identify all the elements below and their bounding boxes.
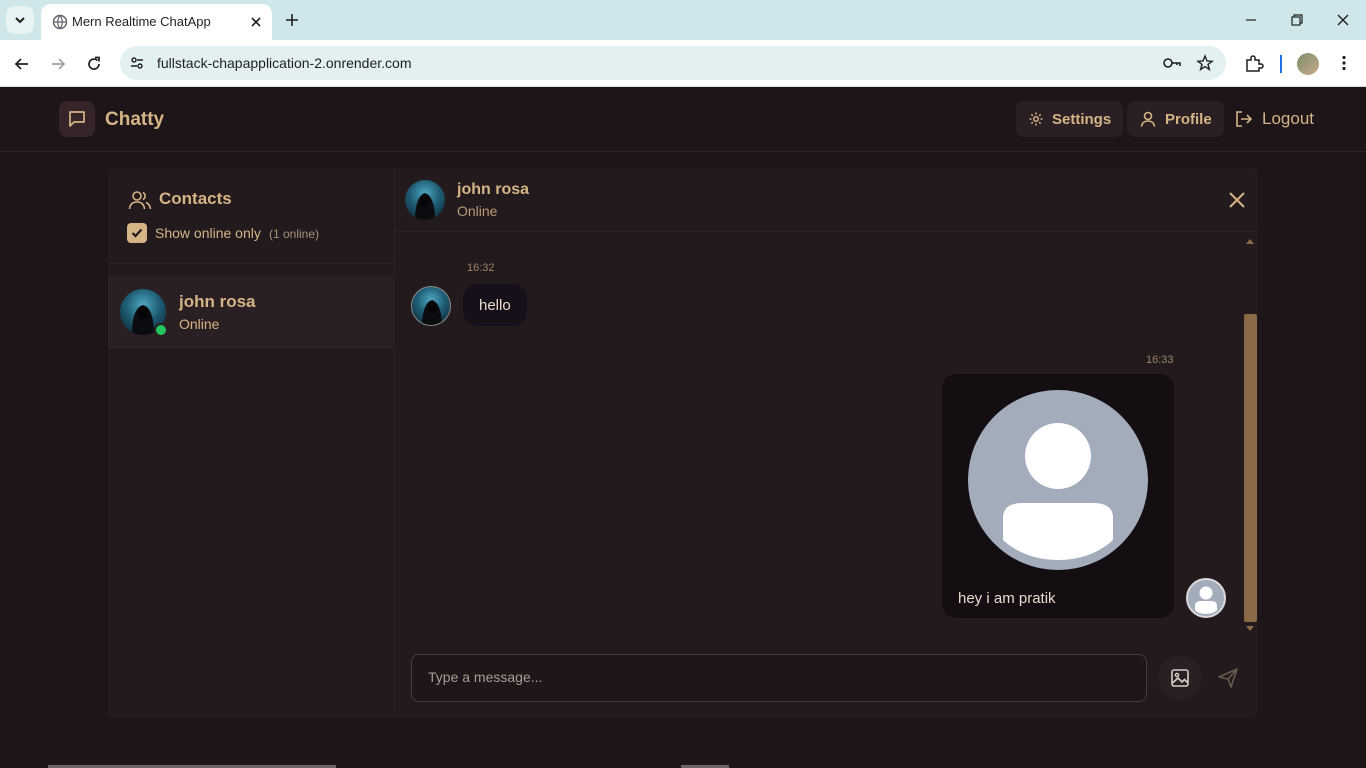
scrollbar-thumb[interactable] [1244,314,1257,622]
message-text: hello [479,296,511,314]
minimize-icon[interactable] [1243,12,1259,28]
brand-name[interactable]: Chatty [105,109,164,131]
gear-icon [1029,112,1043,126]
contacts-title: Contacts [159,189,232,208]
hooded-figure-icon [415,193,435,220]
sidebar-divider [108,263,395,264]
outgoing-message-avatar [1186,578,1226,618]
chevron-down-icon [15,17,25,24]
message-image[interactable] [968,390,1148,570]
scroll-down-arrow-icon[interactable] [1246,626,1254,632]
back-arrow-icon[interactable] [13,55,31,73]
default-avatar-icon [1195,586,1217,614]
settings-label: Settings [1052,110,1112,128]
chat-avatar [405,180,445,220]
app-header: Chatty Settings Profile Logout [0,87,1366,152]
extensions-puzzle-icon[interactable] [1244,54,1264,74]
restore-icon[interactable] [1289,12,1305,28]
new-tab-icon[interactable] [283,11,301,29]
incoming-message-avatar [411,286,451,326]
bookmark-star-icon[interactable] [1196,54,1214,72]
message-input[interactable] [428,669,1128,685]
online-count: (1 online) [269,227,320,241]
user-icon [1140,111,1156,127]
browser-profile-avatar[interactable] [1297,53,1319,75]
online-only-label[interactable]: Show online only [155,225,261,241]
settings-button[interactable]: Settings [1016,101,1124,137]
chat-user-status: Online [457,203,498,219]
tab-title: Mern Realtime ChatApp [72,14,211,29]
attach-image-button[interactable] [1158,656,1202,700]
browser-tab-bar: Mern Realtime ChatApp [0,0,1366,40]
logo[interactable] [59,101,95,137]
online-only-checkbox[interactable] [127,223,147,243]
contacts-sidebar: Contacts Show online only (1 online) joh… [108,168,395,718]
profile-button[interactable]: Profile [1127,101,1224,137]
hooded-figure-icon [422,300,442,325]
message-input-wrapper[interactable] [411,654,1147,702]
url-text: fullstack-chapapplication-2.onrender.com [157,55,412,71]
browser-tab[interactable]: Mern Realtime ChatApp [41,4,272,40]
reload-icon[interactable] [85,55,103,73]
logout-button[interactable]: Logout [1222,101,1326,137]
image-icon [1171,669,1189,687]
logout-icon [1236,111,1253,127]
default-avatar-icon [1003,423,1113,560]
message-timestamp: 16:33 [1146,354,1174,366]
users-icon [128,191,152,210]
incoming-message-bubble: hello [463,284,527,326]
contact-name: john rosa [179,292,256,311]
password-key-icon[interactable] [1162,55,1182,71]
send-button[interactable] [1206,656,1250,700]
profile-label: Profile [1165,110,1212,128]
chat-user-name: john rosa [457,181,530,198]
chat-container: Contacts Show online only (1 online) joh… [108,168,1258,718]
site-settings-icon[interactable] [129,55,145,71]
forward-arrow-icon[interactable] [49,55,67,73]
browser-toolbar: fullstack-chapapplication-2.onrender.com [0,40,1366,87]
message-list: 16:32 hello 16:33 hey i am pratik [395,232,1258,632]
check-icon [131,228,143,238]
contact-item[interactable]: john rosa Online [108,275,395,348]
outgoing-message-bubble: hey i am pratik [942,374,1174,618]
message-timestamp: 16:32 [467,262,495,274]
chat-header: john rosa Online [395,168,1258,232]
close-tab-icon[interactable] [247,13,265,31]
close-chat-icon[interactable] [1227,190,1247,210]
contact-status: Online [179,316,220,332]
address-bar[interactable]: fullstack-chapapplication-2.onrender.com [120,46,1226,80]
online-indicator [154,323,168,337]
window-close-icon[interactable] [1335,12,1351,28]
globe-icon [52,14,68,30]
message-text: hey i am pratik [958,590,1056,607]
more-menu-icon[interactable] [1335,54,1353,72]
tab-search-button[interactable] [6,6,34,34]
send-icon [1218,668,1238,688]
message-square-icon [69,111,85,127]
logout-label: Logout [1262,109,1314,128]
scroll-up-arrow-icon[interactable] [1246,238,1254,244]
toolbar-divider [1280,55,1282,73]
